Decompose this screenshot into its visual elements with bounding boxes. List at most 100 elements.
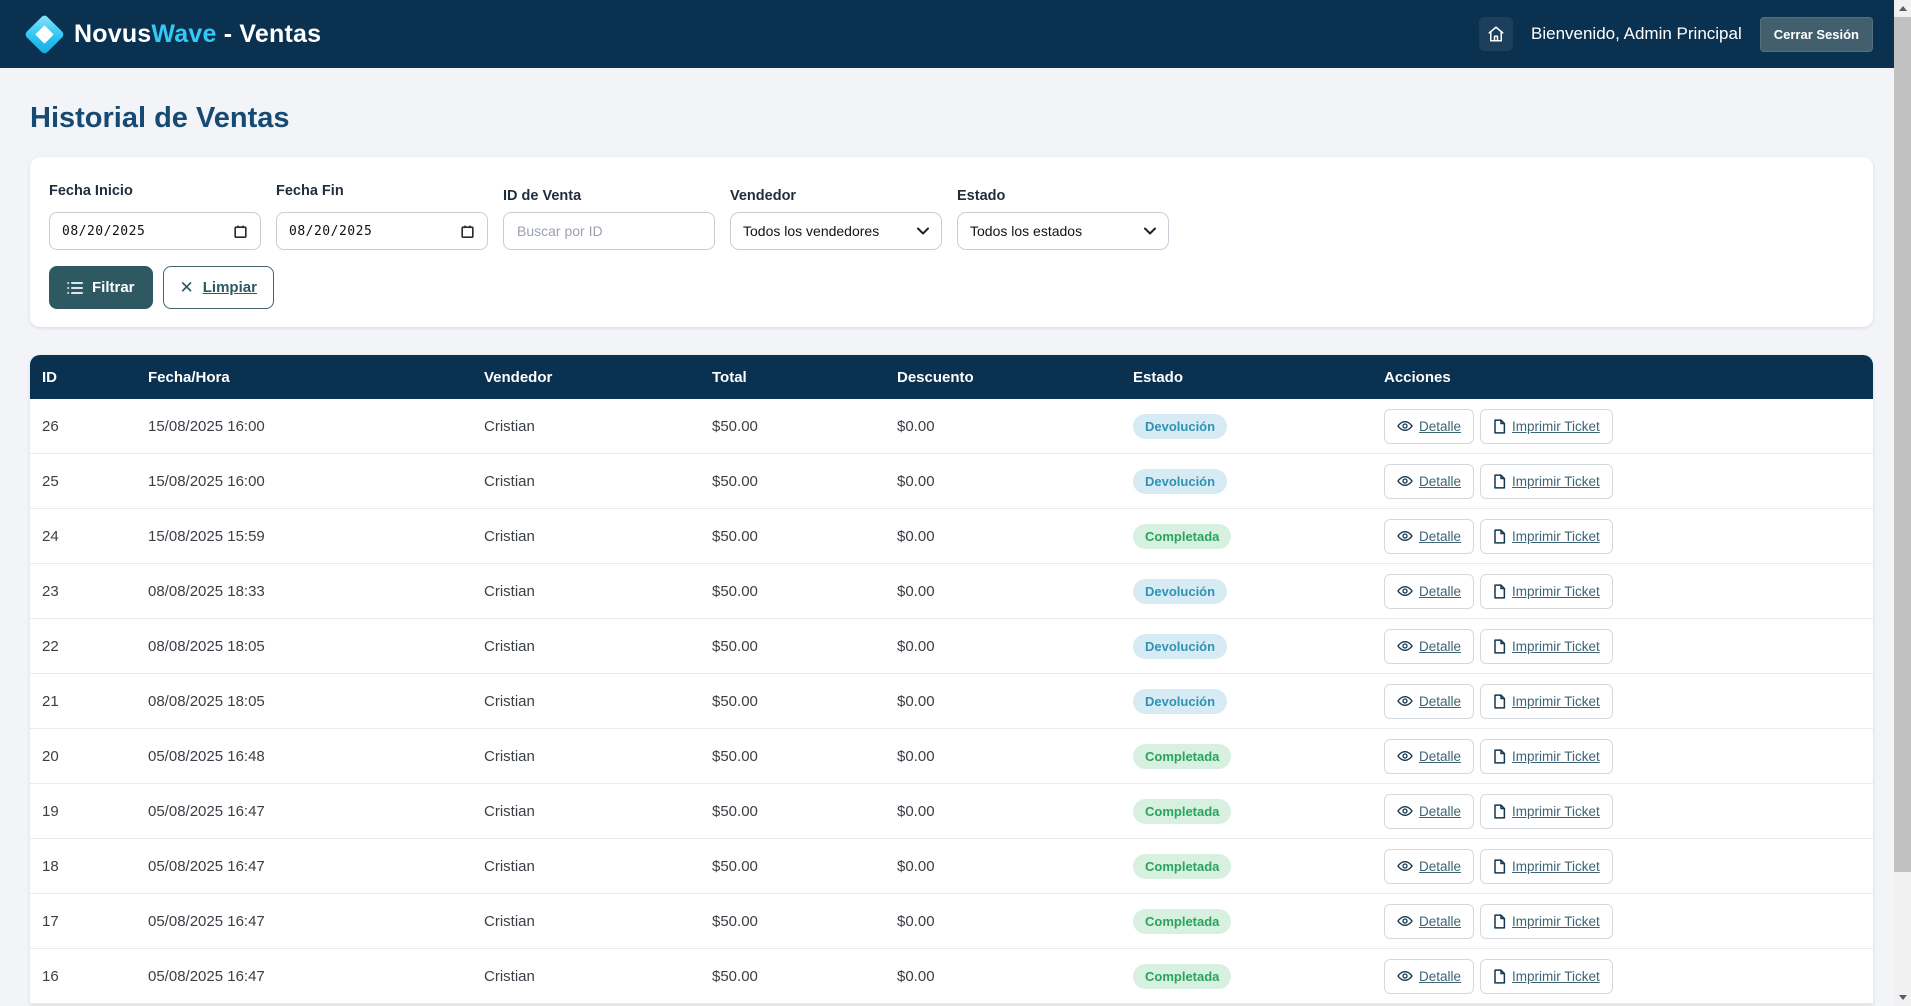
navbar-right: Bienvenido, Admin Principal Cerrar Sesió… — [1479, 17, 1873, 52]
cell-descuento: $0.00 — [897, 858, 1133, 875]
status-badge: Devolución — [1133, 579, 1227, 604]
cell-fecha-hora: 05/08/2025 16:47 — [148, 858, 484, 875]
imprimir-ticket-button[interactable]: Imprimir Ticket — [1480, 684, 1613, 719]
imprimir-ticket-button[interactable]: Imprimir Ticket — [1480, 794, 1613, 829]
filter-fields-row: Fecha Inicio 08/20/2025 Fecha Fin 08/20/… — [49, 183, 1854, 250]
brand: NovusWave - Ventas — [30, 20, 321, 49]
status-badge: Devolución — [1133, 414, 1227, 439]
cell-estado: Devolución — [1133, 689, 1384, 714]
cell-acciones: Detalle Imprimir Ticket — [1384, 519, 1861, 554]
cell-id: 21 — [42, 693, 148, 710]
eye-icon — [1397, 860, 1413, 872]
cell-vendedor: Cristian — [484, 418, 712, 435]
detalle-button[interactable]: Detalle — [1384, 464, 1474, 499]
cell-total: $50.00 — [712, 803, 897, 820]
cell-id: 18 — [42, 858, 148, 875]
cell-vendedor: Cristian — [484, 913, 712, 930]
col-header-estado: Estado — [1133, 369, 1384, 386]
table-header-row: ID Fecha/Hora Vendedor Total Descuento E… — [30, 355, 1873, 399]
imprimir-ticket-button[interactable]: Imprimir Ticket — [1480, 904, 1613, 939]
detalle-button[interactable]: Detalle — [1384, 519, 1474, 554]
id-venta-input[interactable] — [503, 212, 715, 250]
scrollbar-up-arrow[interactable] — [1894, 0, 1911, 17]
status-badge: Completada — [1133, 524, 1231, 549]
scrollbar-thumb[interactable] — [1894, 17, 1911, 872]
detalle-button[interactable]: Detalle — [1384, 904, 1474, 939]
cell-descuento: $0.00 — [897, 693, 1133, 710]
cell-estado: Devolución — [1133, 634, 1384, 659]
calendar-icon[interactable] — [233, 224, 248, 239]
limpiar-button[interactable]: ✕ Limpiar — [163, 266, 274, 309]
fecha-fin-input[interactable]: 08/20/2025 — [276, 212, 488, 250]
table-row: 19 05/08/2025 16:47 Cristian $50.00 $0.0… — [30, 784, 1873, 839]
vertical-scrollbar[interactable] — [1894, 0, 1911, 1006]
cell-descuento: $0.00 — [897, 583, 1133, 600]
detalle-button[interactable]: Detalle — [1384, 959, 1474, 994]
detalle-button[interactable]: Detalle — [1384, 409, 1474, 444]
imprimir-ticket-button[interactable]: Imprimir Ticket — [1480, 629, 1613, 664]
table-row: 25 15/08/2025 16:00 Cristian $50.00 $0.0… — [30, 454, 1873, 509]
detalle-button[interactable]: Detalle — [1384, 629, 1474, 664]
document-icon — [1493, 639, 1506, 654]
brand-title: NovusWave - Ventas — [74, 20, 321, 49]
imprimir-ticket-button[interactable]: Imprimir Ticket — [1480, 574, 1613, 609]
document-icon — [1493, 474, 1506, 489]
chevron-down-icon — [917, 227, 929, 235]
list-filter-icon — [67, 281, 83, 295]
detalle-button[interactable]: Detalle — [1384, 849, 1474, 884]
status-badge: Completada — [1133, 909, 1231, 934]
cell-acciones: Detalle Imprimir Ticket — [1384, 409, 1861, 444]
estado-select[interactable]: Todos los estados — [957, 212, 1169, 250]
scrollbar-down-arrow[interactable] — [1894, 989, 1911, 1006]
imprimir-ticket-button[interactable]: Imprimir Ticket — [1480, 849, 1613, 884]
fecha-inicio-label: Fecha Inicio — [49, 183, 261, 199]
eye-icon — [1397, 805, 1413, 817]
detalle-button[interactable]: Detalle — [1384, 739, 1474, 774]
cell-estado: Completada — [1133, 964, 1384, 989]
detalle-button[interactable]: Detalle — [1384, 574, 1474, 609]
calendar-icon[interactable] — [460, 224, 475, 239]
imprimir-ticket-button[interactable]: Imprimir Ticket — [1480, 739, 1613, 774]
cell-acciones: Detalle Imprimir Ticket — [1384, 739, 1861, 774]
fecha-inicio-input[interactable]: 08/20/2025 — [49, 212, 261, 250]
detalle-button[interactable]: Detalle — [1384, 794, 1474, 829]
cell-total: $50.00 — [712, 528, 897, 545]
imprimir-ticket-button[interactable]: Imprimir Ticket — [1480, 409, 1613, 444]
cell-fecha-hora: 05/08/2025 16:47 — [148, 968, 484, 985]
col-header-acciones: Acciones — [1384, 369, 1861, 386]
cell-acciones: Detalle Imprimir Ticket — [1384, 629, 1861, 664]
table-row: 16 05/08/2025 16:47 Cristian $50.00 $0.0… — [30, 949, 1873, 1004]
cell-estado: Devolución — [1133, 469, 1384, 494]
imprimir-ticket-button[interactable]: Imprimir Ticket — [1480, 959, 1613, 994]
status-badge: Completada — [1133, 964, 1231, 989]
cell-descuento: $0.00 — [897, 528, 1133, 545]
detalle-button[interactable]: Detalle — [1384, 684, 1474, 719]
cell-acciones: Detalle Imprimir Ticket — [1384, 959, 1861, 994]
logout-button[interactable]: Cerrar Sesión — [1760, 17, 1873, 52]
home-button[interactable] — [1479, 17, 1513, 51]
eye-icon — [1397, 475, 1413, 487]
document-icon — [1493, 529, 1506, 544]
table-row: 24 15/08/2025 15:59 Cristian $50.00 $0.0… — [30, 509, 1873, 564]
col-header-descuento: Descuento — [897, 369, 1133, 386]
table-row: 23 08/08/2025 18:33 Cristian $50.00 $0.0… — [30, 564, 1873, 619]
cell-total: $50.00 — [712, 583, 897, 600]
cell-vendedor: Cristian — [484, 858, 712, 875]
cell-estado: Completada — [1133, 799, 1384, 824]
cell-vendedor: Cristian — [484, 638, 712, 655]
vendedor-select[interactable]: Todos los vendedores — [730, 212, 942, 250]
document-icon — [1493, 914, 1506, 929]
imprimir-ticket-button[interactable]: Imprimir Ticket — [1480, 519, 1613, 554]
field-fecha-inicio: Fecha Inicio 08/20/2025 — [49, 183, 261, 250]
brand-diamond-icon — [24, 13, 65, 54]
cell-vendedor: Cristian — [484, 528, 712, 545]
filtrar-button[interactable]: Filtrar — [49, 266, 153, 309]
cell-fecha-hora: 05/08/2025 16:48 — [148, 748, 484, 765]
table-row: 21 08/08/2025 18:05 Cristian $50.00 $0.0… — [30, 674, 1873, 729]
cell-descuento: $0.00 — [897, 968, 1133, 985]
cell-id: 24 — [42, 528, 148, 545]
cell-total: $50.00 — [712, 638, 897, 655]
eye-icon — [1397, 640, 1413, 652]
cell-total: $50.00 — [712, 473, 897, 490]
imprimir-ticket-button[interactable]: Imprimir Ticket — [1480, 464, 1613, 499]
